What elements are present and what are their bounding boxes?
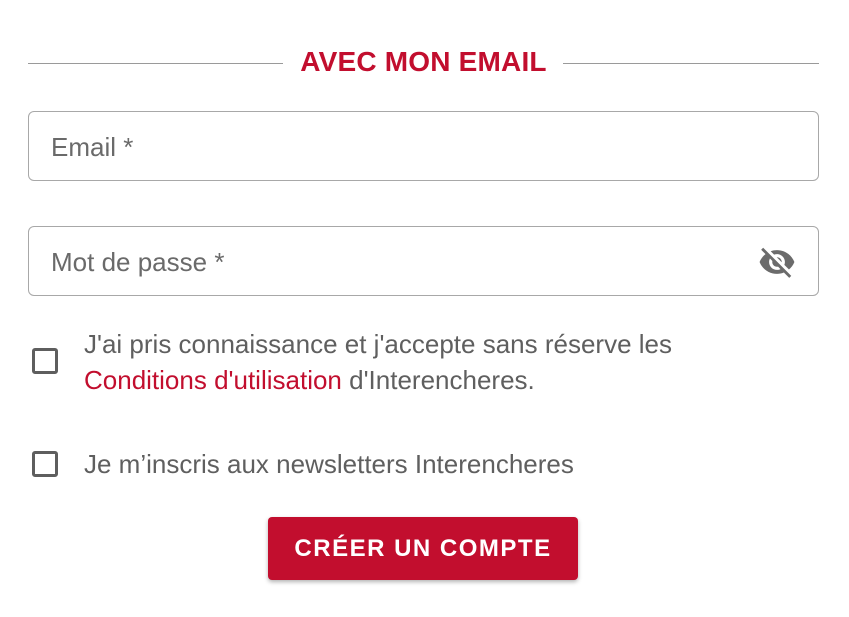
terms-label: J'ai pris connaissance et j'accepte sans… bbox=[84, 326, 784, 398]
eye-off-icon[interactable] bbox=[758, 243, 796, 281]
email-field-container bbox=[28, 111, 819, 182]
terms-link[interactable]: Conditions d'utilisation bbox=[84, 365, 342, 395]
create-account-button[interactable]: CRÉER UN COMPTE bbox=[268, 517, 578, 580]
newsletter-label: Je m’inscris aux newsletters Interencher… bbox=[84, 449, 574, 479]
section-divider: AVEC MON EMAIL bbox=[28, 44, 819, 84]
terms-text-before: J'ai pris connaissance et j'accepte sans… bbox=[84, 329, 672, 359]
signup-form: AVEC MON EMAIL J'ai pris connaissance et… bbox=[0, 0, 849, 617]
terms-text-after: d'Interencheres. bbox=[341, 365, 535, 395]
section-title: AVEC MON EMAIL bbox=[300, 46, 547, 77]
email-input[interactable] bbox=[49, 112, 753, 182]
password-field-container bbox=[28, 226, 819, 297]
divider-line-right bbox=[563, 63, 819, 64]
password-input[interactable] bbox=[49, 227, 753, 297]
newsletter-checkbox[interactable] bbox=[32, 451, 58, 477]
terms-checkbox[interactable] bbox=[32, 348, 58, 374]
